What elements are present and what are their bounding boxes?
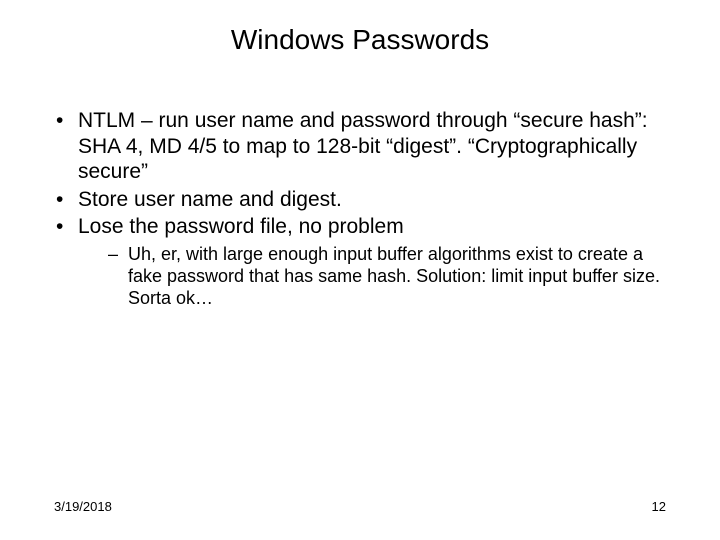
slide-body: NTLM – run user name and password throug… [54,108,666,312]
bullet-item: Store user name and digest. [54,187,666,213]
footer-page-number: 12 [652,499,666,514]
slide: Windows Passwords NTLM – run user name a… [0,0,720,540]
sub-bullet-item: Uh, er, with large enough input buffer a… [108,244,666,310]
bullet-item-text: Lose the password file, no problem [78,215,404,238]
footer-date: 3/19/2018 [54,499,112,514]
bullet-item: NTLM – run user name and password throug… [54,108,666,185]
slide-title: Windows Passwords [0,24,720,56]
bullet-item: Lose the password file, no problem Uh, e… [54,214,666,309]
bullet-list: NTLM – run user name and password throug… [54,108,666,310]
sub-bullet-list: Uh, er, with large enough input buffer a… [78,244,666,310]
